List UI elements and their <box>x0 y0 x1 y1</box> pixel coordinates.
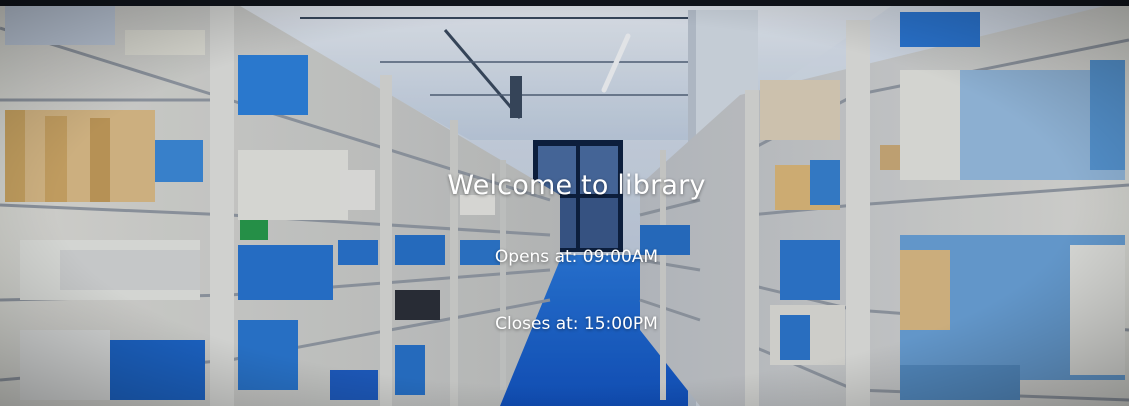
library-welcome-screen: Welcome to library Opens at: 09:00AM Clo… <box>0 0 1129 406</box>
library-photo <box>0 0 1129 406</box>
